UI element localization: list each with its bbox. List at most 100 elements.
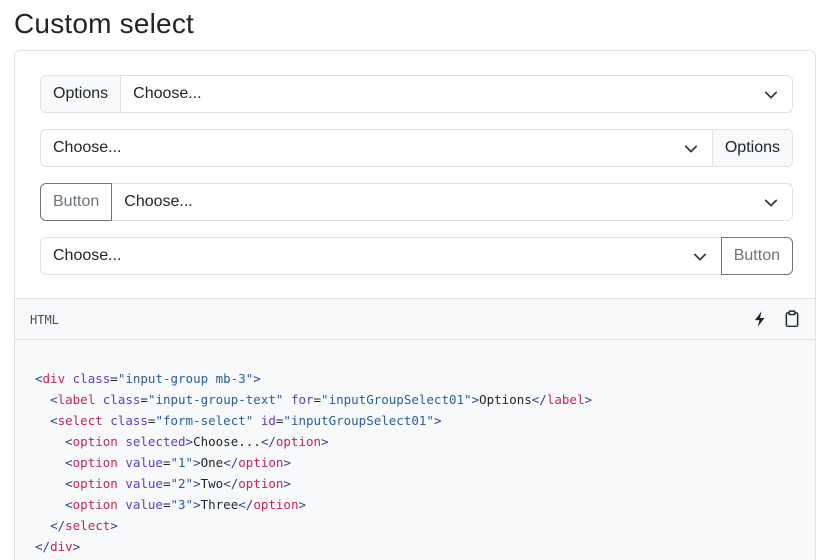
code-token: for [290,392,314,407]
code-token: option [238,455,284,470]
code-token: = [162,476,171,491]
code-token: Options [479,392,532,407]
code-token: = [162,455,171,470]
code-header: HTML [14,298,816,340]
code-token: > [72,539,81,554]
select-value: Choose... [53,247,122,264]
code-token: select [57,413,103,428]
select-value: Choose... [133,85,202,102]
code-token: option [72,476,118,491]
code-token: < [65,455,73,470]
code-token: > [433,413,442,428]
code-token: < [50,413,58,428]
outline-button[interactable]: Button [40,183,113,221]
code-line: <option selected>Choose...</option> [35,431,329,452]
code-token: "1" [170,455,194,470]
code-token: = [140,392,148,407]
code-line: <option value="3">Three</option> [35,494,306,515]
code-token: < [35,371,43,386]
code-token: div [42,371,66,386]
code-token: </ [223,455,239,470]
code-token: Choose... [193,434,261,449]
code-token: "inputGroupSelect01" [283,413,434,428]
code-token: "inputGroupSelect01" [321,392,472,407]
code-token: </ [35,539,51,554]
code-token: class [110,413,148,428]
code-token: </ [238,497,254,512]
input-group-4: Choose... Button [40,237,793,275]
custom-select-4[interactable]: Choose... [40,237,721,275]
clipboard-icon[interactable] [783,310,801,328]
code-token: select [65,518,111,533]
code-line: <div class="input-group mb-3"> [35,368,261,389]
code-token: </ [260,434,276,449]
code-token: > [471,392,480,407]
example-preview: Options Choose... Choose... Options Butt… [14,50,816,298]
chevron-down-icon [764,91,778,99]
code-token: > [193,455,201,470]
code-token: option [253,497,299,512]
code-token: > [283,455,291,470]
code-token: label [57,392,96,407]
code-token: > [321,434,329,449]
code-token: "2" [170,476,194,491]
code-token: < [50,392,58,407]
code-token: class [102,392,141,407]
code-token: value [125,455,163,470]
code-line: </div> [35,536,80,557]
code-line: <option value="1">One</option> [35,452,291,473]
code-token: = [313,392,322,407]
page-title: Custom select [14,8,194,39]
code-token: "input-group mb-3" [117,371,254,386]
input-group-1: Options Choose... [40,75,793,113]
options-addon: Options [40,75,122,113]
code-token: > [584,392,593,407]
code-language-label: HTML [30,313,59,327]
code-token: div [50,539,73,554]
code-token: > [283,476,291,491]
code-token: > [110,518,118,533]
custom-select-3[interactable]: Choose... [112,183,793,221]
code-token: > [253,371,261,386]
code-token: class [72,371,111,386]
code-token: > [185,434,194,449]
input-group-3: Button Choose... [40,183,793,221]
code-token: label [546,392,585,407]
options-addon: Options [711,129,793,167]
input-group-2: Choose... Options [40,129,793,167]
select-value: Choose... [53,139,122,156]
code-token: value [125,476,163,491]
code-token: value [125,497,163,512]
code-token: < [65,497,73,512]
code-line: <option value="2">Two</option> [35,473,291,494]
code-token: option [72,497,118,512]
code-block: <div class="input-group mb-3"> <label cl… [14,340,816,560]
chevron-down-icon [693,253,706,261]
code-token: = [110,371,118,386]
code-token: id [260,413,276,428]
code-token: option [275,434,322,449]
code-token: Two [200,476,224,491]
outline-button[interactable]: Button [720,237,793,275]
custom-select-1[interactable]: Choose... [121,75,793,113]
lightning-icon[interactable] [751,310,769,328]
code-token: > [193,476,201,491]
code-token: "3" [170,497,194,512]
select-value: Choose... [124,193,193,210]
code-token: selected [125,434,186,449]
custom-select-2[interactable]: Choose... [40,129,712,167]
code-line: <label class="input-group-text" for="inp… [35,389,592,410]
code-token: Three [200,497,239,512]
code-token: > [193,497,201,512]
code-token: option [72,434,118,449]
code-token: option [72,455,118,470]
code-token: "input-group-text" [147,392,284,407]
